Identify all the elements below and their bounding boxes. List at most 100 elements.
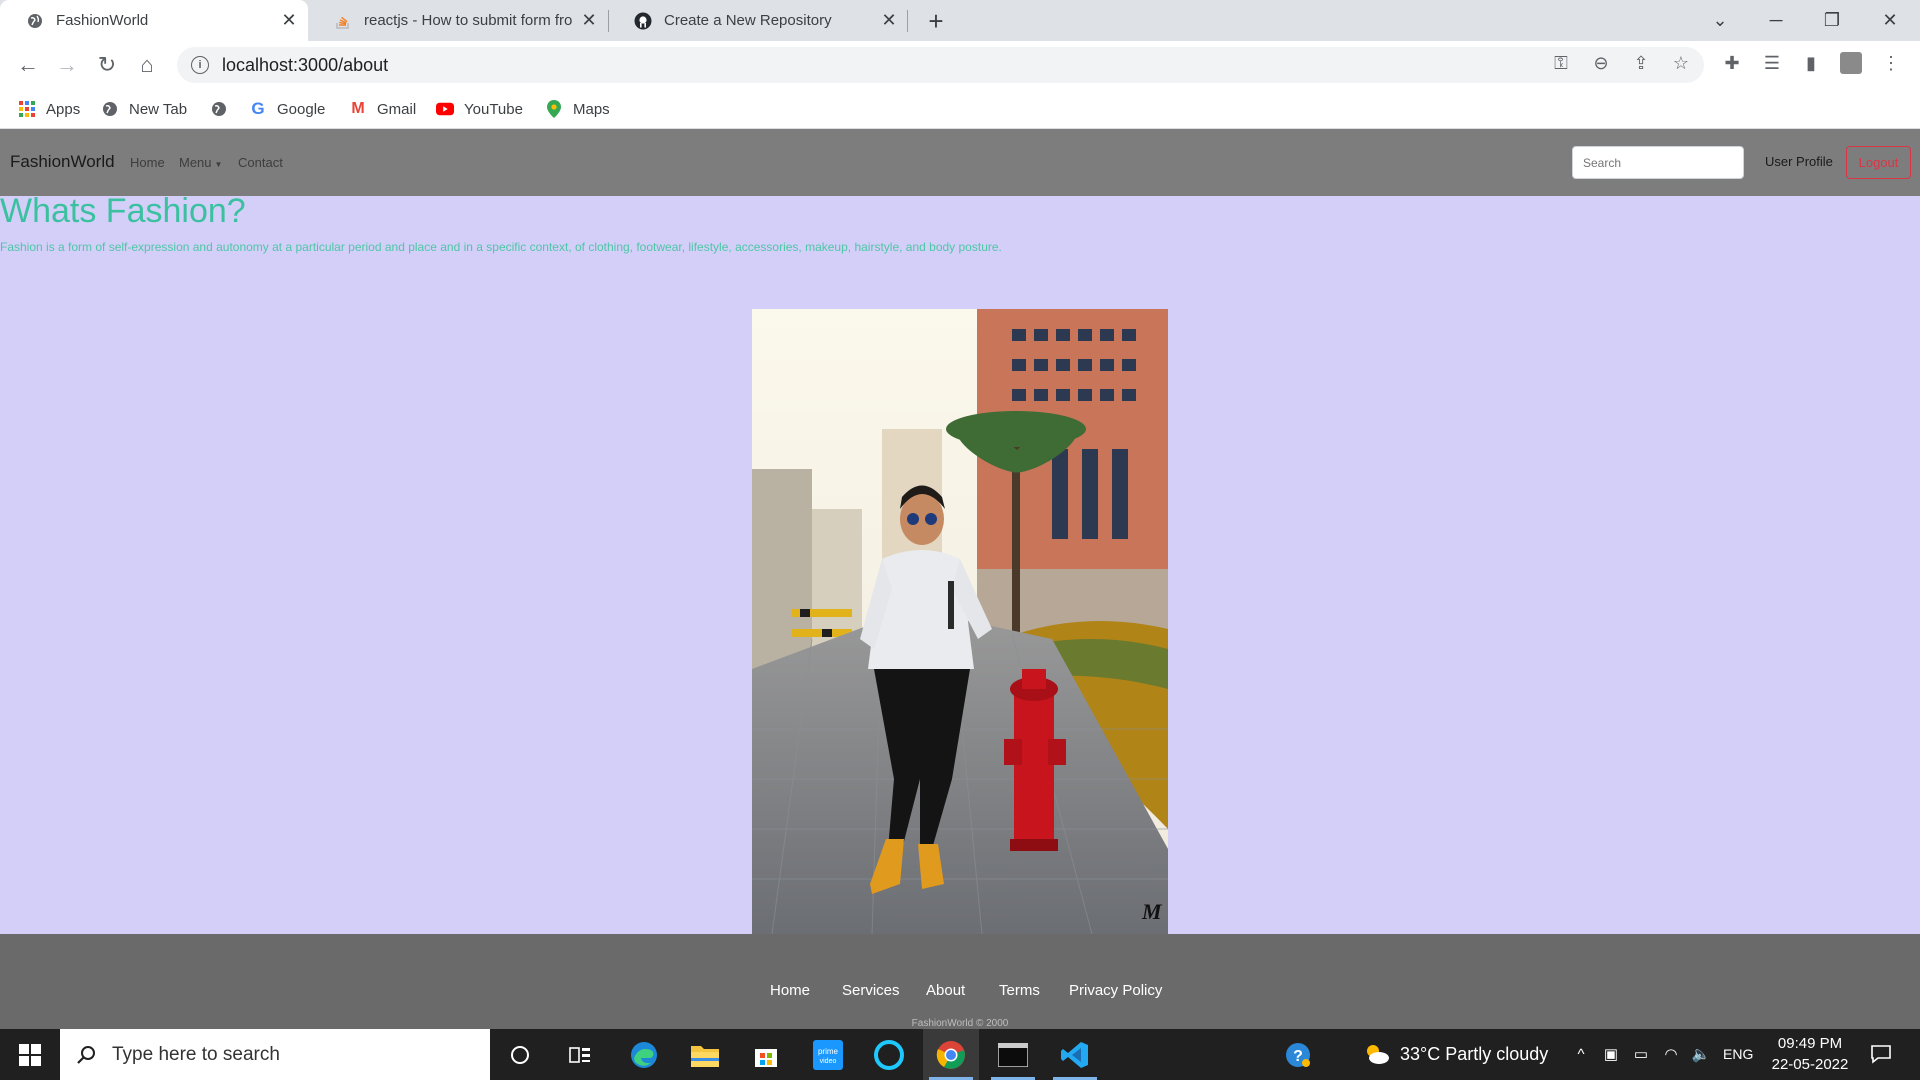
bookmark-maps[interactable]: Maps (545, 98, 610, 120)
footer-link-about[interactable]: About (926, 982, 965, 999)
fashion-photo-illustration: M (752, 309, 1168, 934)
taskbar-search-box[interactable]: Type here to search (60, 1029, 490, 1080)
bookmark-apps[interactable]: Apps (18, 98, 80, 120)
bookmark-label: Maps (573, 100, 610, 118)
help-icon[interactable]: ? (1270, 1029, 1326, 1080)
tab-reactjs[interactable]: reactjs - How to submit form fro ✕ (308, 0, 608, 41)
cortana-icon[interactable] (492, 1029, 548, 1080)
terminal-icon[interactable] (985, 1029, 1041, 1080)
wifi-icon[interactable]: ◠ (1660, 1043, 1682, 1065)
stackoverflow-icon (334, 12, 352, 30)
logout-button[interactable]: Logout (1846, 146, 1911, 179)
bookmark-label: Gmail (377, 100, 417, 118)
system-clock[interactable]: 09:49 PM 22-05-2022 (1764, 1033, 1856, 1075)
notifications-icon[interactable] (1870, 1043, 1892, 1065)
user-profile-link[interactable]: User Profile (1765, 154, 1833, 169)
footer-link-services[interactable]: Services (842, 982, 900, 999)
close-tab-icon[interactable]: ✕ (278, 10, 300, 32)
tab-fashionworld[interactable]: FashionWorld ✕ (0, 0, 308, 41)
tab-title: reactjs - How to submit form fro (364, 12, 573, 29)
minimize-icon[interactable]: ─ (1748, 0, 1804, 41)
windows-start-icon[interactable] (0, 1029, 60, 1080)
photo-watermark: M (1141, 899, 1163, 924)
forward-arrow-icon[interactable]: → (51, 49, 83, 81)
tab-search-chevron-icon[interactable]: ⌄ (1692, 0, 1748, 41)
vscode-icon[interactable] (1047, 1029, 1103, 1080)
tab-divider (907, 10, 908, 32)
footer-copyright: FashionWorld © 2000 (911, 1018, 1009, 1029)
alexa-icon[interactable] (861, 1029, 917, 1080)
reload-icon[interactable]: ↻ (91, 49, 123, 81)
nav-link-menu-label: Menu (179, 155, 212, 170)
weather-partly-cloudy-icon[interactable] (1362, 1041, 1390, 1067)
bookmark-globe[interactable] (210, 98, 238, 120)
weather-text[interactable]: 33°C Partly cloudy (1400, 1044, 1548, 1065)
google-icon: G (251, 99, 265, 118)
restore-icon[interactable]: ❐ (1804, 0, 1860, 41)
footer-link-home[interactable]: Home (770, 982, 810, 999)
browser-menu-icon[interactable]: ⋮ (1877, 49, 1905, 77)
clock-date: 22-05-2022 (1771, 1056, 1849, 1073)
tab-create-repository[interactable]: Create a New Repository ✕ (608, 0, 908, 41)
close-tab-icon[interactable]: ✕ (878, 10, 900, 32)
bookmark-youtube[interactable]: YouTube (436, 98, 523, 120)
bookmark-star-icon[interactable]: ☆ (1667, 49, 1695, 77)
svg-text:?: ? (1293, 1048, 1303, 1065)
globe-icon (26, 12, 44, 30)
url-text[interactable]: localhost:3000/about (222, 55, 388, 76)
nav-link-menu[interactable]: Menu ▼ (179, 155, 222, 170)
meet-now-icon[interactable]: ▣ (1600, 1043, 1622, 1065)
file-explorer-icon[interactable] (677, 1029, 733, 1080)
bookmark-google[interactable]: G Google (249, 98, 325, 120)
nav-link-home[interactable]: Home (130, 155, 165, 170)
site-footer: Home Services About Terms Privacy Policy… (0, 934, 1920, 1029)
volume-icon[interactable]: 🔈 (1690, 1043, 1712, 1065)
chrome-icon[interactable] (923, 1029, 979, 1080)
search-input[interactable] (1572, 146, 1744, 179)
page-title: Whats Fashion? (0, 192, 246, 230)
prime-video-icon[interactable]: prime video (800, 1029, 856, 1080)
gmail-icon: M (351, 100, 365, 117)
svg-text:video: video (820, 1058, 837, 1065)
browser-tab-strip: FashionWorld ✕ reactjs - How to submit f… (0, 0, 1920, 41)
site-navbar: FashionWorld Home Menu▼ Contact User Pro… (0, 129, 1920, 196)
tab-title: Create a New Repository (664, 12, 832, 29)
zoom-icon[interactable]: ⊖ (1587, 49, 1615, 77)
address-bar[interactable]: i localhost:3000/about (177, 47, 1704, 83)
microsoft-store-icon[interactable] (738, 1029, 794, 1080)
home-icon[interactable]: ⌂ (131, 49, 163, 81)
github-icon (634, 12, 652, 30)
side-panel-icon[interactable]: ▮ (1797, 49, 1825, 77)
battery-icon[interactable]: ▭ (1630, 1043, 1652, 1065)
page-viewport: FashionWorld Home Menu▼ Contact User Pro… (0, 129, 1920, 1029)
bookmark-gmail[interactable]: M Gmail (349, 98, 416, 120)
windows-taskbar: Type here to search prime video ? 33°C Pa… (0, 1029, 1920, 1080)
new-tab-button[interactable]: + (922, 6, 950, 36)
clock-time: 09:49 PM (1777, 1035, 1843, 1052)
maps-pin-icon (545, 100, 563, 118)
show-hidden-icons-chevron-icon[interactable]: ^ (1570, 1043, 1592, 1065)
navbar-brand[interactable]: FashionWorld (10, 152, 115, 172)
bookmarks-bar: Apps New Tab G Google M Gmail YouTube Ma… (0, 89, 1920, 129)
taskbar-search-placeholder: Type here to search (112, 1043, 280, 1065)
bookmark-label: New Tab (129, 100, 188, 118)
edge-browser-icon[interactable] (616, 1029, 672, 1080)
profile-avatar[interactable] (1837, 49, 1865, 77)
task-view-icon[interactable] (552, 1029, 608, 1080)
nav-link-contact[interactable]: Contact (238, 155, 283, 170)
footer-link-privacy-policy[interactable]: Privacy Policy (1069, 982, 1162, 999)
bookmark-new-tab[interactable]: New Tab (101, 98, 187, 120)
extensions-puzzle-icon[interactable]: ✚ (1718, 49, 1746, 77)
key-icon[interactable]: ⚿ (1547, 49, 1575, 77)
language-indicator[interactable]: ENG (1723, 1046, 1753, 1062)
close-window-icon[interactable]: ✕ (1862, 0, 1918, 41)
reading-list-icon[interactable]: ☰ (1758, 49, 1786, 77)
bookmark-label: Google (277, 100, 326, 118)
svg-text:prime: prime (818, 1047, 839, 1056)
close-tab-icon[interactable]: ✕ (578, 10, 600, 32)
caret-down-icon: ▼ (214, 160, 223, 169)
share-icon[interactable]: ⇪ (1627, 49, 1655, 77)
site-info-icon[interactable]: i (191, 56, 209, 74)
footer-link-terms[interactable]: Terms (999, 982, 1040, 999)
back-arrow-icon[interactable]: ← (12, 49, 44, 81)
